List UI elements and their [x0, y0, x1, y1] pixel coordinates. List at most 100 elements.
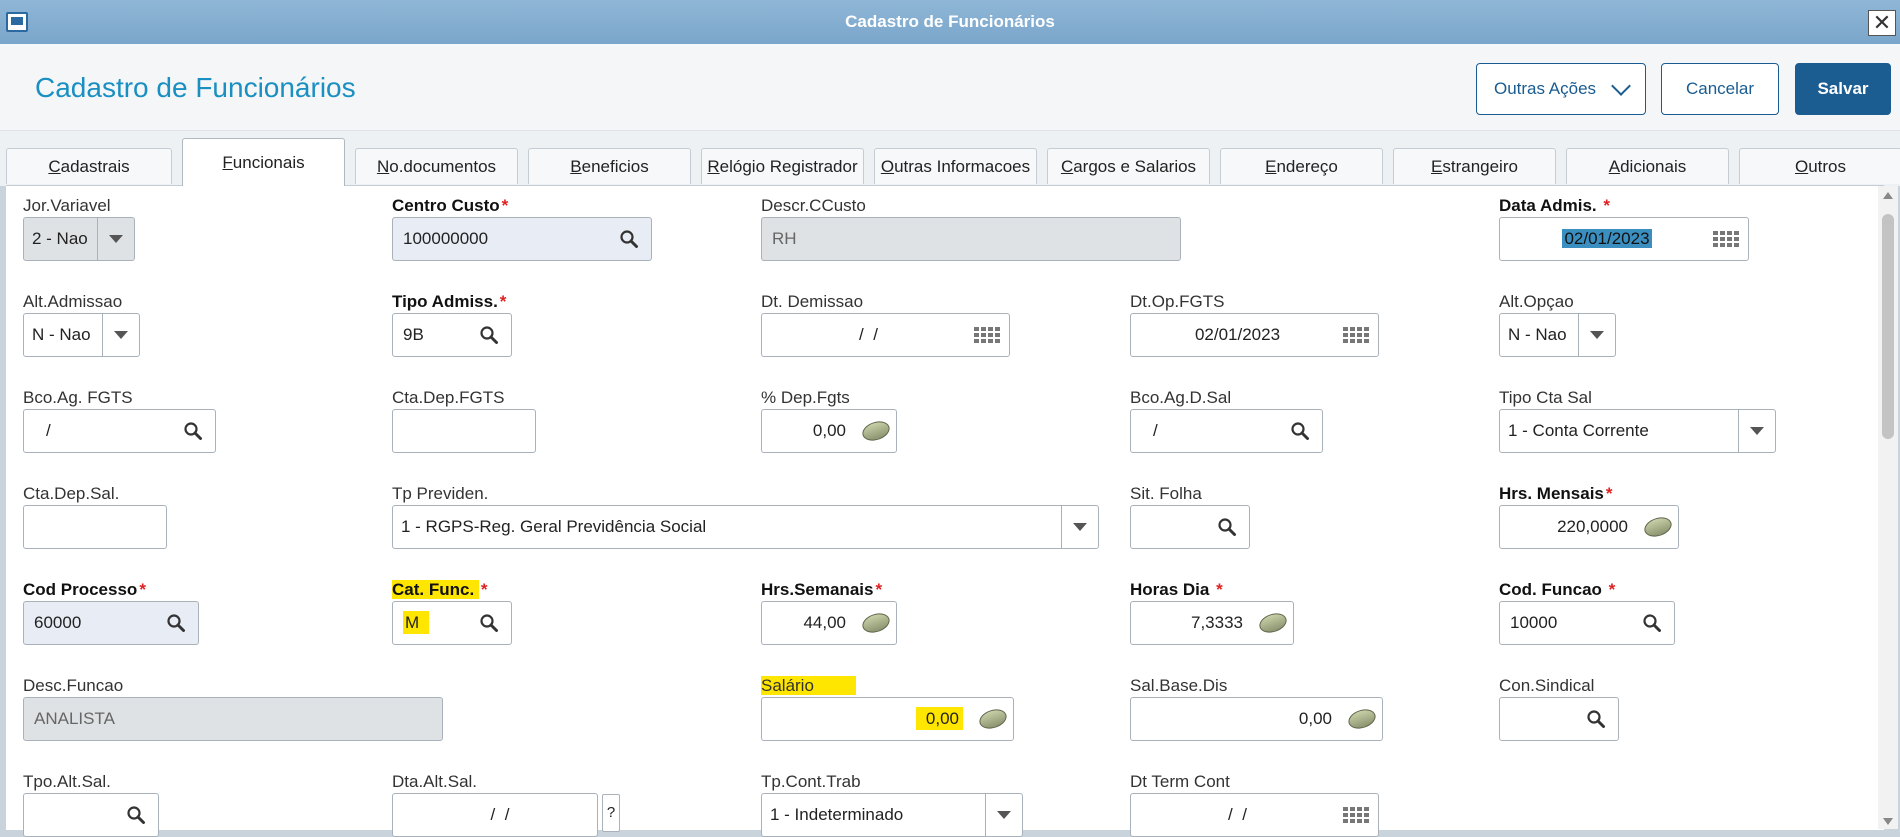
window-close-button[interactable]: ✕ — [1868, 10, 1896, 36]
dta-alt-sal-input[interactable]: / / — [392, 793, 598, 837]
label-cta-dep-sal: Cta.Dep.Sal. — [23, 484, 120, 503]
window-titlebar: Cadastro de Funcionários — [0, 0, 1900, 44]
horas-dia-input[interactable]: 7,3333 — [1130, 601, 1294, 645]
bco-ag-d-sal-input[interactable]: / — [1130, 409, 1323, 453]
money-icon[interactable] — [1342, 698, 1382, 740]
tab-endereco[interactable]: Endereço — [1220, 148, 1383, 184]
money-icon[interactable] — [856, 602, 896, 644]
descr-ccusto-field: RH — [761, 217, 1181, 261]
tab-outras-informacoes[interactable]: Outras Informacoes — [874, 148, 1037, 184]
salario-input[interactable]: 0,00 — [761, 697, 1014, 741]
bco-ag-fgts-input[interactable]: / — [23, 409, 216, 453]
con-sindical-input[interactable] — [1499, 697, 1619, 741]
cancel-button[interactable]: Cancelar — [1661, 63, 1779, 115]
search-icon[interactable] — [171, 410, 215, 452]
tab-funcionais[interactable]: Funcionais — [182, 138, 345, 186]
label-pct-dep-fgts: % Dep.Fgts — [761, 388, 850, 407]
scroll-up-icon[interactable] — [1883, 192, 1893, 199]
search-icon[interactable] — [467, 602, 511, 644]
sal-base-dis-input[interactable]: 0,00 — [1130, 697, 1383, 741]
search-icon[interactable] — [1205, 506, 1249, 548]
money-icon[interactable] — [973, 698, 1013, 740]
scrollbar-thumb[interactable] — [1882, 214, 1894, 439]
desc-funcao-field: ANALISTA — [23, 697, 443, 741]
cod-processo-input[interactable]: 60000 — [23, 601, 199, 645]
label-tpo-alt-sal: Tpo.Alt.Sal. — [23, 772, 111, 791]
dt-op-fgts-input[interactable]: 02/01/2023 — [1130, 313, 1379, 357]
search-icon[interactable] — [154, 602, 198, 644]
page-title: Cadastro de Funcionários — [35, 72, 356, 103]
tab-relogio-registrador[interactable]: Relógio Registrador — [701, 148, 864, 184]
tab-estrangeiro[interactable]: Estrangeiro — [1393, 148, 1556, 184]
tp-cont-trab-select[interactable]: 1 - Indeterminado — [761, 793, 1023, 837]
label-sal-base-dis: Sal.Base.Dis — [1130, 676, 1228, 695]
hrs-semanais-input[interactable]: 44,00 — [761, 601, 897, 645]
chevron-down-icon — [97, 218, 134, 260]
help-button[interactable]: ? — [602, 794, 620, 832]
tipo-admiss-input[interactable]: 9B — [392, 313, 512, 357]
label-cod-processo: Cod Processo * — [23, 580, 146, 599]
chevron-down-icon — [1611, 76, 1631, 96]
label-jor-variavel: Jor.Variavel — [23, 196, 111, 215]
tab-adicionais[interactable]: Adicionais — [1566, 148, 1729, 184]
save-button[interactable]: Salvar — [1795, 63, 1891, 115]
calendar-icon[interactable] — [1704, 218, 1748, 260]
chevron-down-icon — [102, 314, 139, 356]
search-icon[interactable] — [1278, 410, 1322, 452]
other-actions-label: Outras Ações — [1493, 79, 1597, 98]
chevron-down-icon — [1738, 410, 1775, 452]
label-data-admis: Data Admis. * — [1499, 196, 1610, 215]
label-tp-cont-trab: Tp.Cont.Trab — [761, 772, 861, 791]
tab-beneficios[interactable]: Beneficios — [528, 148, 691, 184]
label-horas-dia: Horas Dia * — [1130, 580, 1223, 599]
tab-cadastrais[interactable]: Cadastrais — [6, 148, 172, 184]
label-bco-ag-fgts: Bco.Ag. FGTS — [23, 388, 133, 407]
tpo-alt-sal-input[interactable] — [23, 793, 159, 837]
sit-folha-input[interactable] — [1130, 505, 1250, 549]
label-dt-demissao: Dt. Demissao — [761, 292, 864, 311]
label-dt-op-fgts: Dt.Op.FGTS — [1130, 292, 1225, 311]
scroll-down-icon[interactable] — [1883, 818, 1893, 825]
tp-previden-select[interactable]: 1 - RGPS-Reg. Geral Previdência Social — [392, 505, 1099, 549]
tab-cargos-e-salarios[interactable]: Cargos e Salarios — [1047, 148, 1210, 184]
cta-dep-fgts-input[interactable] — [392, 409, 536, 453]
money-icon[interactable] — [1253, 602, 1293, 644]
window-app-icon — [6, 12, 28, 32]
money-icon[interactable] — [856, 410, 896, 452]
cta-dep-sal-input[interactable] — [23, 505, 167, 549]
cod-funcao-input[interactable]: 10000 — [1499, 601, 1675, 645]
other-actions-button[interactable]: Outras Ações — [1476, 63, 1646, 115]
search-icon[interactable] — [114, 794, 158, 836]
window-title: Cadastro de Funcionários — [845, 12, 1055, 31]
data-admis-input[interactable]: 02/01/2023 — [1499, 217, 1749, 261]
label-sit-folha: Sit. Folha — [1130, 484, 1202, 503]
tab-no-documentos[interactable]: No.documentos — [355, 148, 518, 184]
alt-opcao-select[interactable]: N - Nao — [1499, 313, 1616, 357]
calendar-icon[interactable] — [1334, 794, 1378, 836]
label-desc-funcao: Desc.Funcao — [23, 676, 124, 695]
money-icon[interactable] — [1638, 506, 1678, 548]
dt-term-cont-input[interactable]: / / — [1130, 793, 1379, 837]
label-tp-previden: Tp Previden. — [392, 484, 489, 503]
dt-demissao-input[interactable]: / / — [761, 313, 1010, 357]
tipo-cta-sal-select[interactable]: 1 - Conta Corrente — [1499, 409, 1776, 453]
pct-dep-fgts-input[interactable]: 0,00 — [761, 409, 897, 453]
cat-func-input[interactable]: M — [392, 601, 512, 645]
vertical-scrollbar[interactable] — [1878, 186, 1898, 829]
label-tipo-cta-sal: Tipo Cta Sal — [1499, 388, 1592, 407]
label-hrs-mensais: Hrs. Mensais * — [1499, 484, 1613, 503]
search-icon[interactable] — [1630, 602, 1674, 644]
label-cat-func: Cat. Func. * — [392, 580, 488, 599]
alt-admissao-select[interactable]: N - Nao — [23, 313, 140, 357]
calendar-icon[interactable] — [1334, 314, 1378, 356]
hrs-mensais-input[interactable]: 220,0000 — [1499, 505, 1679, 549]
search-icon[interactable] — [607, 218, 651, 260]
search-icon[interactable] — [467, 314, 511, 356]
centro-custo-input[interactable]: 100000000 — [392, 217, 652, 261]
chevron-down-icon — [1061, 506, 1098, 548]
search-icon[interactable] — [1574, 698, 1618, 740]
jor-variavel-select[interactable]: 2 - Nao — [23, 217, 135, 261]
tab-outros[interactable]: Outros — [1739, 148, 1900, 184]
calendar-icon[interactable] — [965, 314, 1009, 356]
label-hrs-semanais: Hrs.Semanais * — [761, 580, 883, 599]
